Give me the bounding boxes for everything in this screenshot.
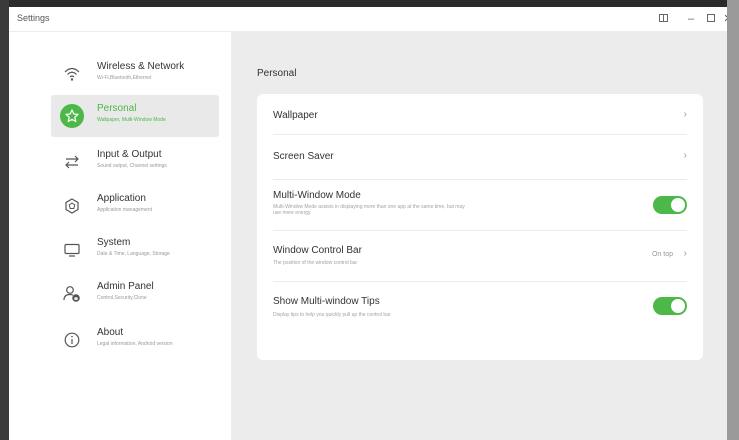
setting-row-show-multi-window-tips: Show Multi-window Tips Display tips to h…: [257, 282, 703, 334]
setting-label: Multi-Window Mode: [273, 190, 361, 201]
setting-description: The position of the window control bar: [273, 260, 358, 266]
admin-user-icon: [60, 282, 84, 306]
sidebar-item-label: Admin Panel: [97, 281, 154, 292]
sidebar-item-about[interactable]: About Legal information, Android version: [51, 319, 219, 361]
sidebar-item-sublabel: Application management: [97, 207, 153, 213]
wifi-icon: [60, 62, 84, 86]
window-title: Settings: [17, 13, 50, 23]
sidebar-item-personal[interactable]: Personal Wallpaper, Multi-Window Mode: [51, 95, 219, 137]
multi-window-toggle[interactable]: [653, 196, 687, 214]
grid-icon[interactable]: [654, 10, 672, 28]
chevron-right-icon: ›: [683, 248, 687, 259]
sidebar-item-sublabel: Legal information, Android version: [97, 341, 173, 347]
monitor-icon: [60, 238, 84, 262]
star-icon: [60, 104, 84, 128]
setting-row-wallpaper[interactable]: Wallpaper ›: [257, 94, 703, 134]
sidebar-item-label: About: [97, 327, 124, 338]
sidebar-item-sublabel: Date & Time, Language, Storage: [97, 251, 170, 257]
setting-row-window-control-bar[interactable]: Window Control Bar The position of the w…: [257, 231, 703, 281]
sidebar-item-application[interactable]: Application Application management: [51, 185, 219, 227]
chevron-right-icon: ›: [683, 109, 687, 120]
setting-label: Window Control Bar: [273, 245, 362, 256]
sidebar-item-input-output[interactable]: Input & Output Sound output, Channel set…: [51, 141, 219, 183]
app-hexagon-icon: [60, 194, 84, 218]
sidebar-item-admin-panel[interactable]: Admin Panel Control,Security,Clone: [51, 273, 219, 315]
sidebar-item-system[interactable]: System Date & Time, Language, Storage: [51, 229, 219, 271]
sidebar-item-sublabel: Sound output, Channel settings: [97, 163, 167, 169]
settings-card: Wallpaper › Screen Saver › Multi-Window …: [257, 94, 703, 360]
sidebar-item-wireless-network[interactable]: Wireless & Network Wi-Fi,Bluetooth,Ether…: [51, 53, 219, 95]
main-content: Personal Wallpaper › Screen Saver › Mult…: [231, 32, 727, 440]
sidebar-item-sublabel: Control,Security,Clone: [97, 295, 147, 301]
toggle-knob: [671, 198, 685, 212]
setting-label: Screen Saver: [273, 151, 334, 162]
sidebar-item-label: System: [97, 237, 131, 248]
sidebar-item-sublabel: Wallpaper, Multi-Window Mode: [97, 117, 166, 123]
sidebar-item-label: Wireless & Network: [97, 61, 185, 72]
setting-label: Wallpaper: [273, 110, 318, 121]
sidebar: Wireless & Network Wi-Fi,Bluetooth,Ether…: [9, 32, 231, 440]
maximize-icon[interactable]: [702, 10, 720, 28]
close-icon[interactable]: ✕: [719, 10, 727, 28]
background-edge-left: [0, 0, 9, 440]
info-icon: [60, 328, 84, 352]
setting-description: Multi-Window Mode assists in displaying …: [273, 204, 465, 216]
sidebar-item-sublabel: Wi-Fi,Bluetooth,Ethernet: [97, 75, 152, 81]
background-edge-right: [727, 0, 739, 440]
toggle-knob: [671, 299, 685, 313]
title-bar: Settings – ✕: [9, 7, 727, 32]
minimize-icon[interactable]: –: [682, 10, 700, 28]
sidebar-item-label: Input & Output: [97, 149, 162, 160]
sidebar-item-label: Personal: [97, 103, 137, 114]
multi-window-tips-toggle[interactable]: [653, 297, 687, 315]
chevron-right-icon: ›: [683, 150, 687, 161]
swap-arrows-icon: [60, 150, 84, 174]
sidebar-item-label: Application: [97, 193, 146, 204]
settings-window: Settings – ✕ Wireless & Network Wi-Fi,Bl…: [9, 7, 727, 440]
setting-row-screen-saver[interactable]: Screen Saver ›: [257, 135, 703, 179]
setting-description: Display tips to help you quickly pull up…: [273, 312, 391, 318]
setting-value: On top: [651, 251, 673, 258]
setting-row-multi-window-mode: Multi-Window Mode Multi-Window Mode assi…: [257, 180, 703, 230]
setting-label: Show Multi-window Tips: [273, 296, 380, 307]
page-title: Personal: [257, 68, 297, 79]
